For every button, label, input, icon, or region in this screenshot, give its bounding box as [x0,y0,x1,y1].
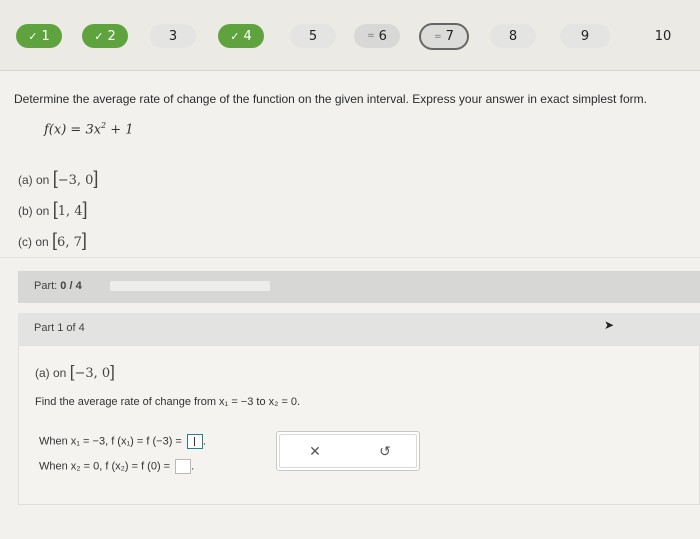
undo-button[interactable]: ↺ [375,442,395,460]
function-definition: f(x) = 3x2 + 1 [44,121,134,138]
answer-tools: ✕ ↺ [276,431,420,471]
interval-c: (c) on [6, 7] [18,230,87,250]
question-5-button[interactable]: 5 [290,24,336,48]
part-progress-label: Part: 0 / 4 [34,280,82,292]
answer-input-2[interactable] [175,459,192,474]
check-icon: ✓ [94,29,104,43]
find-instruction: Find the average rate of change from x₁ … [35,396,301,408]
progress-track [110,281,270,291]
partial-icon: = [434,31,442,42]
question-1-button[interactable]: ✓ 1 [16,24,62,48]
question-9-button[interactable]: 9 [560,24,610,48]
question-2-button[interactable]: ✓ 2 [82,24,128,48]
interval-b: (b) on [1, 4] [18,199,88,219]
check-icon: ✓ [28,29,38,43]
question-7-button[interactable]: = 7 [419,23,469,50]
close-icon: ✕ [309,442,321,459]
part-header: Part 1 of 4 [18,313,700,345]
question-10-button[interactable]: 10 [640,24,686,48]
answer-line-1: When x₁ = −3, f (x₁) = f (−3) = . [39,434,206,449]
nav-divider [0,70,700,71]
undo-icon: ↺ [379,442,391,459]
clear-button[interactable]: ✕ [305,442,325,460]
part-panel: (a) on [−3, 0] Find the average rate of … [18,345,700,505]
question-8-button[interactable]: 8 [490,24,536,48]
answer-input-1[interactable] [186,434,203,449]
answer-line-2: When x₂ = 0, f (x₂) = f (0) = . [39,459,195,474]
question-3-button[interactable]: 3 [150,24,196,48]
question-6-button[interactable]: = 6 [354,24,400,48]
question-4-button[interactable]: ✓ 4 [218,24,264,48]
part-subquestion: (a) on [−3, 0] [35,362,115,381]
part-progress-bar: Part: 0 / 4 [18,271,700,303]
interval-a: (a) on [−3, 0] [18,168,99,188]
section-divider [0,257,700,258]
question-nav: ✓ 1 ✓ 2 3 ✓ 4 5 = 6 = 7 8 9 10 [0,0,700,70]
partial-icon: = [367,31,375,41]
check-icon: ✓ [230,29,240,43]
problem-instruction: Determine the average rate of change of … [14,92,647,106]
mouse-cursor-icon: ➤ [604,318,615,332]
